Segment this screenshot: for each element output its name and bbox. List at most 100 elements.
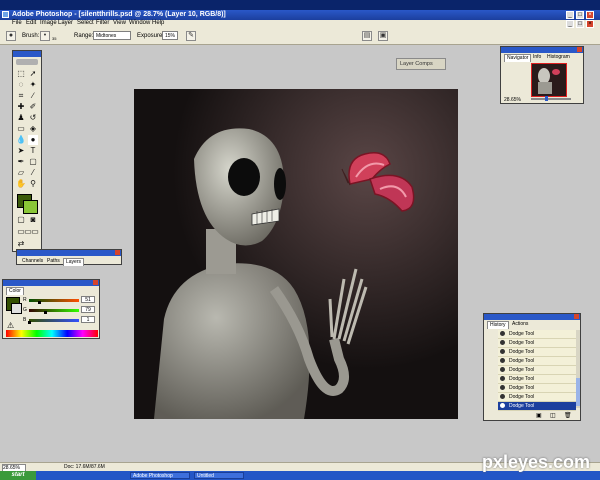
tab-navigator[interactable]: Navigator: [504, 54, 532, 62]
color-slider-g-thumb[interactable]: [43, 311, 47, 314]
color-input-r[interactable]: 51: [81, 296, 95, 303]
palette-well[interactable]: Layer Comps: [396, 58, 446, 70]
standard-mode-icon[interactable]: ▢: [16, 215, 26, 225]
history-item[interactable]: Dodge Tool: [498, 384, 576, 393]
color-slider-g[interactable]: [29, 309, 79, 312]
airbrush-icon[interactable]: ✎: [186, 31, 196, 41]
menu-view[interactable]: View: [113, 20, 126, 26]
crop-tool-icon[interactable]: ⌗: [16, 91, 26, 101]
range-select[interactable]: Midtones: [93, 31, 131, 40]
color-close-icon[interactable]: [93, 280, 98, 285]
lasso-tool-icon[interactable]: ◌: [16, 80, 26, 90]
tab-channels[interactable]: Channels: [20, 258, 45, 265]
color-spectrum-ramp[interactable]: [6, 330, 98, 337]
tab-layers[interactable]: Layers: [63, 258, 85, 266]
navigator-close-icon[interactable]: [577, 47, 582, 52]
menu-edit[interactable]: Edit: [26, 20, 36, 26]
color-input-b[interactable]: 1: [81, 316, 95, 323]
out-of-gamut-warning-icon[interactable]: ⚠: [7, 321, 14, 330]
navigator-zoom-value[interactable]: 28.65%: [504, 97, 521, 103]
history-item[interactable]: Dodge Tool: [498, 375, 576, 384]
new-snapshot-icon[interactable]: ◫: [550, 412, 556, 419]
quickmask-mode-icon[interactable]: ◙: [28, 215, 38, 225]
navigator-panel-header[interactable]: [501, 47, 583, 53]
minimize-button[interactable]: _: [566, 11, 574, 19]
document-canvas[interactable]: [134, 89, 458, 419]
start-button[interactable]: start: [0, 471, 36, 480]
color-panel-header[interactable]: [3, 280, 99, 286]
history-brush-icon[interactable]: ↺: [28, 113, 38, 123]
doc-minimize-button[interactable]: _: [566, 20, 574, 28]
tab-info[interactable]: Info: [531, 54, 543, 61]
notes-tool-icon[interactable]: ▱: [16, 168, 26, 178]
color-slider-b-thumb[interactable]: [28, 321, 31, 324]
doc-restore-button[interactable]: □: [576, 20, 584, 28]
tab-history[interactable]: History: [487, 321, 509, 329]
brush-picker-icon[interactable]: •: [40, 31, 50, 41]
app-title-bar[interactable]: Adobe Photoshop - [silentthrills.psd @ 2…: [0, 10, 600, 20]
eyedropper-icon[interactable]: ⁄: [28, 168, 38, 178]
path-selection-icon[interactable]: ➤: [16, 146, 26, 156]
adobe-feather-icon[interactable]: [16, 59, 38, 65]
brush-tool-icon[interactable]: ✐: [28, 102, 38, 112]
toolbox-header[interactable]: [13, 51, 41, 57]
layers-panel-header[interactable]: [17, 250, 121, 256]
color-input-g[interactable]: 79: [81, 306, 95, 313]
menu-select[interactable]: Select: [77, 20, 94, 26]
tab-color[interactable]: Color: [6, 287, 24, 295]
history-item[interactable]: Dodge Tool: [498, 402, 576, 411]
exposure-input[interactable]: 15%: [162, 31, 178, 40]
history-close-icon[interactable]: [574, 314, 579, 319]
zoom-tool-icon[interactable]: ⚲: [28, 179, 38, 189]
menu-layer[interactable]: Layer: [58, 20, 73, 26]
menu-file[interactable]: File: [12, 20, 22, 26]
magic-wand-icon[interactable]: ✦: [28, 80, 38, 90]
blur-tool-icon[interactable]: 💧: [16, 135, 26, 145]
toggle-palettes-icon[interactable]: ▣: [378, 31, 388, 41]
tab-histogram[interactable]: Histogram: [545, 54, 572, 61]
history-item[interactable]: Dodge Tool: [498, 348, 576, 357]
tab-actions[interactable]: Actions: [510, 321, 530, 328]
history-item[interactable]: Dodge Tool: [498, 366, 576, 375]
history-panel-header[interactable]: [484, 314, 580, 320]
color-slider-r[interactable]: [29, 299, 79, 302]
history-scrollbar-thumb[interactable]: [576, 378, 580, 406]
healing-brush-icon[interactable]: ✚: [16, 102, 26, 112]
type-tool-icon[interactable]: T: [28, 146, 38, 156]
tab-paths[interactable]: Paths: [45, 258, 62, 265]
shape-tool-icon[interactable]: ▢: [28, 157, 38, 167]
layers-close-icon[interactable]: [115, 250, 120, 255]
eraser-tool-icon[interactable]: ▭: [16, 124, 26, 134]
menu-filter[interactable]: Filter: [96, 20, 109, 26]
layer-comps-tab[interactable]: Layer Comps: [400, 61, 433, 67]
new-document-from-state-icon[interactable]: ▣: [536, 412, 542, 419]
color-slider-b[interactable]: [29, 319, 79, 322]
jump-to-imageready-icon[interactable]: ⇄: [16, 239, 26, 249]
close-button[interactable]: ×: [586, 11, 594, 19]
dodge-tool-icon-active[interactable]: ●: [28, 135, 38, 145]
navigator-zoom-slider[interactable]: [531, 98, 571, 100]
hand-tool-icon[interactable]: ✋: [16, 179, 26, 189]
history-item[interactable]: Dodge Tool: [498, 339, 576, 348]
navigator-preview[interactable]: [531, 63, 567, 97]
taskbar-item-untitled[interactable]: Untitled: [194, 472, 244, 479]
marquee-tool-icon[interactable]: ⬚: [16, 69, 26, 79]
doc-close-button[interactable]: ×: [586, 20, 594, 28]
navigator-zoom-slider-thumb[interactable]: [545, 96, 548, 101]
paint-bucket-icon[interactable]: ◈: [28, 124, 38, 134]
menu-window[interactable]: Window: [129, 20, 150, 26]
taskbar-item-photoshop[interactable]: Adobe Photoshop: [130, 472, 190, 479]
history-item[interactable]: Dodge Tool: [498, 357, 576, 366]
screen-mode-3-icon[interactable]: ▭: [30, 227, 40, 237]
move-tool-icon[interactable]: ➚: [28, 69, 38, 79]
delete-state-icon[interactable]: 🗑: [564, 412, 572, 419]
dodge-tool-icon[interactable]: ●: [6, 31, 16, 41]
history-item[interactable]: Dodge Tool: [498, 330, 576, 339]
color-slider-r-thumb[interactable]: [38, 301, 41, 304]
color-bg-swatch[interactable]: [11, 303, 22, 314]
file-browser-icon[interactable]: ▤: [362, 31, 372, 41]
slice-tool-icon[interactable]: ∕: [28, 91, 38, 101]
history-item[interactable]: Dodge Tool: [498, 393, 576, 402]
background-color-swatch[interactable]: [23, 200, 38, 214]
clone-stamp-icon[interactable]: ♟: [16, 113, 26, 123]
